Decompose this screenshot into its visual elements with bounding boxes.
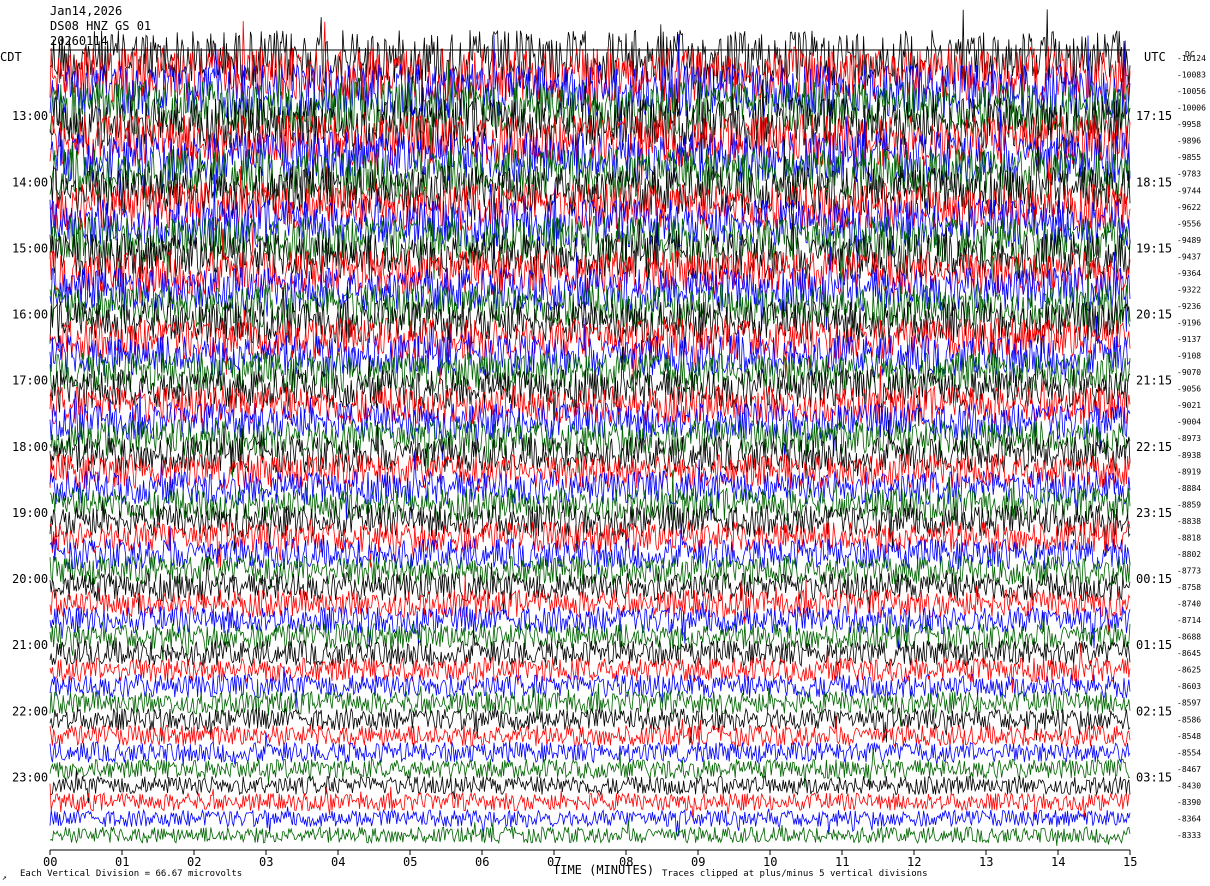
left-hour-label-9: 22:00	[12, 704, 48, 718]
x-tick-label-10: 10	[763, 855, 777, 869]
left-hour-label-10: 23:00	[12, 770, 48, 784]
offset-label-5: -9896	[1177, 137, 1201, 146]
left-hour-label-2: 15:00	[12, 241, 48, 255]
offset-label-27: -8859	[1177, 500, 1201, 509]
offset-label-35: -8688	[1177, 633, 1201, 642]
offset-label-4: -9958	[1177, 120, 1201, 129]
offset-label-15: -9236	[1177, 302, 1201, 311]
x-tick-label-09: 09	[691, 855, 705, 869]
header-date: Jan14,2026	[50, 4, 123, 18]
offset-label-7: -9783	[1177, 170, 1201, 179]
offset-label-19: -9070	[1177, 368, 1201, 377]
offset-label-39: -8597	[1177, 699, 1201, 708]
offset-label-16: -9196	[1177, 319, 1201, 328]
right-hour-label-3: 20:15	[1136, 308, 1172, 322]
offset-label-43: -8467	[1177, 765, 1201, 774]
x-tick-label-11: 11	[835, 855, 849, 869]
offset-label-8: -9744	[1177, 186, 1201, 195]
offset-label-37: -8625	[1177, 666, 1201, 675]
right-hour-label-10: 03:15	[1136, 770, 1172, 784]
offset-label-23: -8973	[1177, 434, 1201, 443]
offset-label-28: -8838	[1177, 517, 1201, 526]
offset-label-46: -8364	[1177, 814, 1201, 823]
left-hour-label-6: 19:00	[12, 506, 48, 520]
x-tick-label-01: 01	[115, 855, 129, 869]
offset-label-30: -8802	[1177, 550, 1201, 559]
right-hour-label-0: 17:15	[1136, 109, 1172, 123]
offset-label-42: -8554	[1177, 748, 1201, 757]
offset-label-17: -9137	[1177, 335, 1201, 344]
offset-label-44: -8430	[1177, 781, 1201, 790]
x-tick-label-13: 13	[979, 855, 993, 869]
offset-label-22: -9004	[1177, 418, 1201, 427]
left-hour-label-1: 14:00	[12, 175, 48, 189]
left-hour-label-0: 13:00	[12, 109, 48, 123]
right-hour-label-5: 22:15	[1136, 440, 1172, 454]
header-extra: 20260114	[50, 34, 108, 48]
right-hour-label-9: 02:15	[1136, 704, 1172, 718]
offset-label-36: -8645	[1177, 649, 1201, 658]
offset-label-6: -9855	[1177, 153, 1201, 162]
header-channel: DS08 HNZ GS 01	[50, 19, 152, 33]
x-tick-label-15: 15	[1123, 855, 1137, 869]
left-hour-label-5: 18:00	[12, 440, 48, 454]
right-hour-label-2: 19:15	[1136, 241, 1172, 255]
offset-label-31: -8773	[1177, 566, 1201, 575]
right-timezone-label: UTC	[1144, 50, 1166, 64]
offset-label-3: -10006	[1177, 104, 1206, 113]
offset-label-34: -8714	[1177, 616, 1201, 625]
offset-label-32: -8758	[1177, 583, 1201, 592]
offset-label-11: -9489	[1177, 236, 1201, 245]
footer-division-note: Each Vertical Division = 66.67 microvolt…	[20, 869, 242, 879]
offset-label-9: -9622	[1177, 203, 1201, 212]
x-tick-label-02: 02	[187, 855, 201, 869]
offset-label-26: -8884	[1177, 484, 1201, 493]
right-unit-label: DC	[1185, 50, 1195, 59]
right-hour-label-4: 21:15	[1136, 374, 1172, 388]
x-axis-title: TIME (MINUTES)	[553, 863, 654, 877]
offset-label-38: -8603	[1177, 682, 1201, 691]
offset-label-33: -8740	[1177, 600, 1201, 609]
offset-label-12: -9437	[1177, 252, 1201, 261]
x-tick-label-12: 12	[907, 855, 921, 869]
offset-label-10: -9556	[1177, 219, 1201, 228]
corner-mark-icon: ↗	[2, 873, 7, 882]
x-tick-label-05: 05	[403, 855, 417, 869]
x-tick-label-06: 06	[475, 855, 489, 869]
left-hour-label-7: 20:00	[12, 572, 48, 586]
left-timezone-label: CDT	[0, 50, 22, 64]
offset-label-14: -9322	[1177, 285, 1201, 294]
offset-label-1: -10083	[1177, 71, 1206, 80]
offset-label-47: -8333	[1177, 831, 1201, 840]
left-hour-label-4: 17:00	[12, 374, 48, 388]
right-hour-label-7: 00:15	[1136, 572, 1172, 586]
right-hour-label-8: 01:15	[1136, 638, 1172, 652]
offset-label-21: -9021	[1177, 401, 1201, 410]
offset-label-25: -8919	[1177, 467, 1201, 476]
x-tick-label-03: 03	[259, 855, 273, 869]
right-hour-label-1: 18:15	[1136, 175, 1172, 189]
x-tick-label-14: 14	[1051, 855, 1065, 869]
offset-label-20: -9056	[1177, 385, 1201, 394]
offset-label-13: -9364	[1177, 269, 1201, 278]
offset-label-41: -8548	[1177, 732, 1201, 741]
offset-label-40: -8586	[1177, 715, 1201, 724]
left-hour-label-3: 16:00	[12, 308, 48, 322]
right-hour-label-6: 23:15	[1136, 506, 1172, 520]
offset-label-24: -8938	[1177, 451, 1201, 460]
x-tick-label-04: 04	[331, 855, 345, 869]
helicorder-chart: 00 01 02 03 04 05 06 07 08 09 10 11 12 13 14 15 13:0014…	[0, 0, 1210, 886]
footer-clip-note: Traces clipped at plus/minus 5 vertical …	[662, 869, 928, 879]
offset-label-18: -9108	[1177, 352, 1201, 361]
offset-label-2: -10056	[1177, 87, 1206, 96]
offset-label-29: -8818	[1177, 533, 1201, 542]
offset-label-45: -8390	[1177, 798, 1201, 807]
left-hour-label-8: 21:00	[12, 638, 48, 652]
x-tick-label-00: 00	[43, 855, 57, 869]
